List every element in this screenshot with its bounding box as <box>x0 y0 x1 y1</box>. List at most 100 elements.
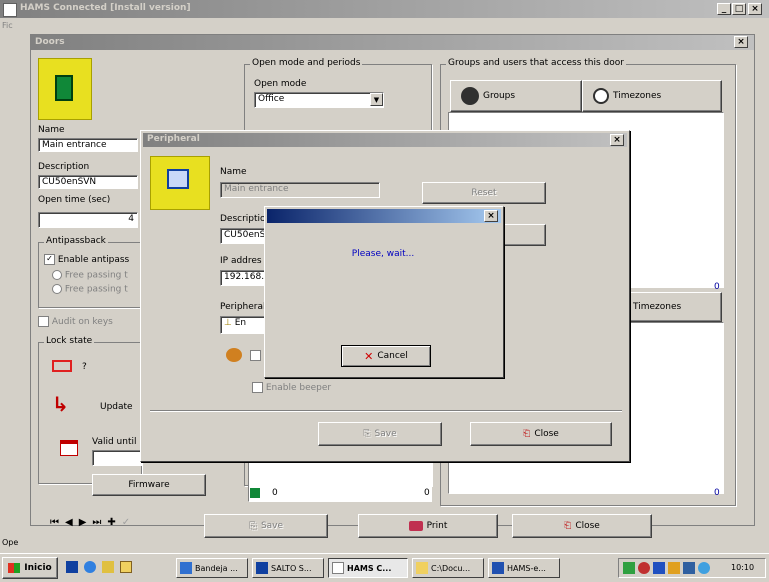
check-icon <box>250 350 261 361</box>
enable-beeper-label: Enable beeper <box>265 383 332 393</box>
system-tray: 10:10 <box>618 558 766 578</box>
ip-field[interactable]: 192.168. <box>220 270 268 286</box>
save-icon: ⎘ <box>248 520 257 532</box>
peripheral-title-bar[interactable]: Peripheral × <box>143 133 627 147</box>
clock[interactable]: 10:10 <box>731 563 754 572</box>
first-record-icon[interactable]: ⏮ <box>50 517 65 528</box>
doors-title: Doors <box>35 37 65 47</box>
description-label: Description <box>38 162 90 172</box>
wait-message: Please, wait... <box>351 249 415 259</box>
groups-icon <box>461 87 479 105</box>
doors-title-bar[interactable]: Doors × <box>31 35 754 50</box>
description-field[interactable]: CU50enSVN <box>38 175 138 189</box>
lock-state-icon <box>52 360 72 372</box>
tab-groups[interactable]: Groups <box>450 80 582 112</box>
peripheral-close-icon[interactable]: × <box>610 134 624 146</box>
add-record-icon[interactable]: ✚ <box>107 517 121 528</box>
tab-timezones-2[interactable]: Timezones <box>616 292 722 322</box>
record-navigator: ⏮◀▶⏭✚✓ <box>50 517 190 535</box>
tray-app-icon[interactable] <box>668 562 680 574</box>
enable-antipassback-checkbox[interactable]: ✓ Enable antipass <box>44 254 129 265</box>
tab-timezones-label: Timezones <box>613 91 662 101</box>
cancel-button[interactable]: ✕ Cancel <box>341 345 431 367</box>
task-hams[interactable]: HAMS C... <box>328 558 408 578</box>
peripheral-description-field[interactable]: CU50enS <box>220 228 268 244</box>
minimize-icon[interactable]: _ <box>717 3 731 15</box>
peripheral-type-field[interactable]: ⊥ En <box>220 316 268 334</box>
chevron-down-icon[interactable]: ▼ <box>370 93 383 106</box>
firmware-button[interactable]: Firmware <box>92 474 206 496</box>
name-field[interactable]: Main entrance <box>38 138 138 152</box>
peripheral-name-field[interactable]: Main entrance <box>220 182 380 198</box>
check-icon: ✓ <box>44 254 55 265</box>
peripheral-type-icon: ⊥ <box>224 318 232 328</box>
antipassback-option-1[interactable]: Free passing t <box>52 270 128 281</box>
task-hams-e-label: HAMS-e... <box>507 563 546 573</box>
outlook-icon[interactable] <box>102 561 114 573</box>
next-record-icon[interactable]: ▶ <box>79 517 93 528</box>
tray-shield-icon[interactable] <box>638 562 650 574</box>
green-square-icon <box>250 488 260 498</box>
task-docs-label: C:\Docu... <box>431 563 471 573</box>
update-icon: ↳ <box>52 392 69 416</box>
peripheral-name-label: Name <box>220 167 247 177</box>
tray-volume-icon[interactable] <box>683 562 695 574</box>
check-icon <box>252 382 263 393</box>
explorer-icon[interactable] <box>120 561 132 573</box>
wait-title-bar[interactable]: × <box>267 209 501 223</box>
close-icon[interactable]: × <box>748 3 762 15</box>
close-button[interactable]: ⎗ Close <box>512 514 652 538</box>
save-icon: ⎘ <box>363 429 371 439</box>
peripheral-title: Peripheral <box>147 134 200 144</box>
key-icon <box>226 348 242 362</box>
key-checkbox[interactable] <box>250 350 261 361</box>
hams-icon <box>332 562 344 574</box>
desktop-icon[interactable] <box>66 561 78 573</box>
tab-timezones[interactable]: Timezones <box>582 80 722 112</box>
clock-icon <box>593 88 609 104</box>
open-mode-group-label: Open mode and periods <box>250 58 363 68</box>
browser-icon[interactable] <box>84 561 96 573</box>
valid-until-field[interactable] <box>92 450 142 466</box>
reset-button[interactable]: Reset <box>422 182 546 204</box>
start-button[interactable]: Inicio <box>2 557 58 579</box>
doors-close-icon[interactable]: × <box>734 36 748 48</box>
app-title-bar[interactable]: HAMS Connected [Install version] _ □ × <box>0 0 769 18</box>
tray-monitor-icon[interactable] <box>653 562 665 574</box>
groups-access-group-label: Groups and users that access this door <box>446 58 626 68</box>
task-docs[interactable]: C:\Docu... <box>412 558 484 578</box>
cancel-label: Cancel <box>377 351 408 361</box>
radio-icon <box>52 270 62 280</box>
tray-sync-icon[interactable] <box>698 562 710 574</box>
peripheral-close-button[interactable]: ⎗ Close <box>470 422 612 446</box>
task-bandeja[interactable]: Bandeja ... <box>176 558 248 578</box>
app-title: HAMS Connected [Install version] <box>20 3 191 13</box>
open-mode-select[interactable]: Office ▼ <box>254 92 384 108</box>
peripheral-description-label: Descriptio <box>220 214 266 224</box>
antipassback-option-2[interactable]: Free passing t <box>52 284 128 295</box>
peripheral-type-label: Peripheral <box>220 302 266 312</box>
save-button[interactable]: ⎘ Save <box>204 514 328 538</box>
last-record-icon[interactable]: ⏭ <box>92 517 107 528</box>
delete-record-icon[interactable]: ✓ <box>122 517 136 528</box>
enable-beeper-checkbox[interactable]: Enable beeper <box>252 382 331 393</box>
print-button[interactable]: Print <box>358 514 498 538</box>
task-hams-e[interactable]: HAMS-e... <box>488 558 560 578</box>
prev-record-icon[interactable]: ◀ <box>65 517 79 528</box>
save-label: Save <box>260 521 284 531</box>
status-text: Ope <box>2 538 19 547</box>
maximize-icon[interactable]: □ <box>732 3 746 15</box>
wait-close-icon[interactable]: × <box>484 210 498 222</box>
peripheral-type-value: En <box>234 318 247 328</box>
audit-checkbox[interactable]: Audit on keys <box>38 316 113 327</box>
close-label: Close <box>575 521 600 531</box>
ip-label: IP addres <box>220 256 262 266</box>
open-time-field[interactable]: 4 <box>38 212 138 228</box>
peripheral-close-label: Close <box>534 429 559 439</box>
peripheral-save-button[interactable]: ⎘ Save <box>318 422 442 446</box>
task-salto[interactable]: SALTO S... <box>252 558 324 578</box>
tray-network-icon[interactable] <box>623 562 635 574</box>
tab-timezones-2-label: Timezones <box>633 302 682 312</box>
peripheral-separator <box>150 410 622 412</box>
count-middle: 0 <box>424 488 430 498</box>
